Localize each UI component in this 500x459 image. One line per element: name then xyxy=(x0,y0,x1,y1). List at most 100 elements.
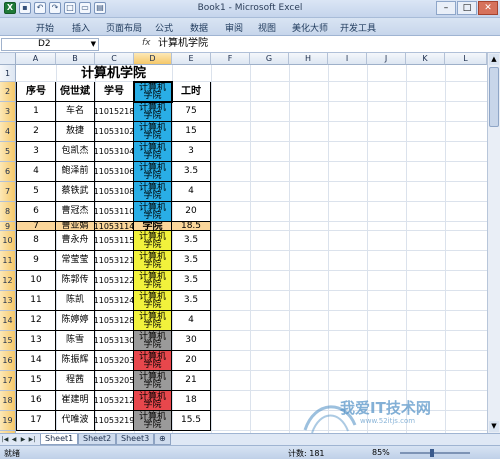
sheet-title-cell[interactable]: 计算机学院 xyxy=(16,65,211,82)
cell-hours[interactable]: 18.5 xyxy=(172,222,211,231)
header-id[interactable]: 学号 xyxy=(95,82,134,102)
scroll-up-icon[interactable]: ▲ xyxy=(489,54,499,65)
cell-hours[interactable]: 20 xyxy=(172,351,211,371)
column-header-c[interactable]: C xyxy=(95,53,134,65)
cell-hours[interactable]: 3.5 xyxy=(172,271,211,291)
cell-name[interactable]: 蔡铁武 xyxy=(56,182,95,202)
cell-major[interactable]: 计算机学院 xyxy=(134,371,172,391)
cell-student-id[interactable]: 11053104 xyxy=(95,142,134,162)
scroll-thumb[interactable] xyxy=(489,67,499,127)
row-header-19[interactable]: 19 xyxy=(0,411,16,431)
zoom-slider[interactable] xyxy=(400,449,470,457)
cell-name[interactable]: 车名 xyxy=(56,102,95,122)
cell-name[interactable]: 包凯杰 xyxy=(56,142,95,162)
cell-student-id[interactable]: 11053114 xyxy=(95,222,134,231)
cell-student-id[interactable]: 11053106 xyxy=(95,162,134,182)
cell-name[interactable]: 陈振辉 xyxy=(56,351,95,371)
prev-sheet-icon[interactable]: ◀ xyxy=(10,435,18,444)
minimize-button[interactable]: – xyxy=(436,1,456,15)
cell-student-id[interactable]: 11053124 xyxy=(95,291,134,311)
row-header-11[interactable]: 11 xyxy=(0,251,16,271)
cell-student-id[interactable]: 11053130 xyxy=(95,331,134,351)
cell-major[interactable]: 计算机学院 xyxy=(134,251,172,271)
cell-student-id[interactable]: 11053219 xyxy=(95,411,134,431)
cell-student-id[interactable]: 11053115 xyxy=(95,231,134,251)
column-header-e[interactable]: E xyxy=(172,53,211,65)
cell-hours[interactable]: 4 xyxy=(172,182,211,202)
cell-student-id[interactable]: 11015218 xyxy=(95,102,134,122)
row-header-2[interactable]: 2 xyxy=(0,82,16,102)
tab-review[interactable]: 审阅 xyxy=(225,21,243,34)
tab-beautify[interactable]: 美化大师 xyxy=(292,21,328,34)
header-hours[interactable]: 工时 xyxy=(172,82,211,102)
cell-hours[interactable]: 3.5 xyxy=(172,291,211,311)
header-name[interactable]: 倪世斌 xyxy=(56,82,95,102)
row-header-10[interactable]: 10 xyxy=(0,231,16,251)
cell-student-id[interactable]: 11053122 xyxy=(95,271,134,291)
cell-hours[interactable]: 15.5 xyxy=(172,411,211,431)
chevron-down-icon[interactable]: ▼ xyxy=(91,39,96,50)
column-header-a[interactable]: A xyxy=(16,53,56,65)
row-header-18[interactable]: 18 xyxy=(0,391,16,411)
cell-student-id[interactable]: 11053212 xyxy=(95,391,134,411)
cell-student-id[interactable]: 11053205 xyxy=(95,371,134,391)
row-header-4[interactable]: 4 xyxy=(0,122,16,142)
cell-major[interactable]: 计算机学院 xyxy=(134,411,172,431)
cell-seq[interactable]: 2 xyxy=(16,122,56,142)
cell-seq[interactable]: 1 xyxy=(16,102,56,122)
row-header-12[interactable]: 12 xyxy=(0,271,16,291)
cell-student-id[interactable]: 11053121 xyxy=(95,251,134,271)
cell-name[interactable]: 崔建明 xyxy=(56,391,95,411)
tab-insert[interactable]: 插入 xyxy=(72,21,90,34)
select-all-corner[interactable] xyxy=(0,53,16,65)
tab-page-layout[interactable]: 页面布局 xyxy=(106,21,142,34)
cell-name[interactable]: 曹亚娟 xyxy=(56,222,95,231)
spreadsheet-grid[interactable]: A B C D E F G H I J K L 1 2 3 4 5 6 7 8 9 10 11 12 13 14 15 16 17 18 1… xyxy=(0,53,487,433)
vertical-scrollbar[interactable]: ▲ ▼ xyxy=(487,53,500,433)
cell-hours[interactable]: 20 xyxy=(172,202,211,222)
row-header-3[interactable]: 3 xyxy=(0,102,16,122)
zoom-slider-knob[interactable] xyxy=(430,449,434,457)
cell-name[interactable]: 陈郭传 xyxy=(56,271,95,291)
close-button[interactable]: ✕ xyxy=(478,1,498,15)
cell-major[interactable]: 计算机学院 xyxy=(134,311,172,331)
cell-seq[interactable]: 12 xyxy=(16,311,56,331)
cell-seq[interactable]: 10 xyxy=(16,271,56,291)
row-header-14[interactable]: 14 xyxy=(0,311,16,331)
cell-hours[interactable]: 3.5 xyxy=(172,162,211,182)
fx-icon[interactable]: fx xyxy=(142,38,151,48)
cell-seq[interactable]: 17 xyxy=(16,411,56,431)
row-header-16[interactable]: 16 xyxy=(0,351,16,371)
column-header-f[interactable]: F xyxy=(211,53,250,65)
header-seq[interactable]: 序号 xyxy=(16,82,56,102)
sheet-tab-sheet2[interactable]: Sheet2 xyxy=(78,434,117,445)
cell-seq[interactable]: 4 xyxy=(16,162,56,182)
cell-major[interactable]: 计算机学院 xyxy=(134,391,172,411)
cell-seq[interactable]: 8 xyxy=(16,231,56,251)
cell-major[interactable]: 计算机学院 xyxy=(134,122,172,142)
cell-student-id[interactable]: 11053110 xyxy=(95,202,134,222)
cell-name[interactable]: 程茜 xyxy=(56,371,95,391)
cell-major[interactable]: 计算机学院 xyxy=(134,142,172,162)
cell-name[interactable]: 鲍泽前 xyxy=(56,162,95,182)
column-header-i[interactable]: I xyxy=(328,53,367,65)
row-header-5[interactable]: 5 xyxy=(0,142,16,162)
cell-major[interactable]: 计算机学院 xyxy=(134,102,172,122)
cell-hours[interactable]: 3.5 xyxy=(172,231,211,251)
column-header-k[interactable]: K xyxy=(406,53,445,65)
tab-home[interactable]: 开始 xyxy=(36,21,54,34)
cell-hours[interactable]: 30 xyxy=(172,331,211,351)
cell-student-id[interactable]: 11053203 xyxy=(95,351,134,371)
tab-data[interactable]: 数据 xyxy=(190,21,208,34)
cell-student-id[interactable]: 11053128 xyxy=(95,311,134,331)
column-header-b[interactable]: B xyxy=(56,53,95,65)
cell-seq[interactable]: 3 xyxy=(16,142,56,162)
column-header-h[interactable]: H xyxy=(289,53,328,65)
row-header-7[interactable]: 7 xyxy=(0,182,16,202)
cell-hours[interactable]: 4 xyxy=(172,311,211,331)
header-major[interactable]: 计算机学院 xyxy=(134,82,172,102)
cell-major[interactable]: 学院 xyxy=(134,222,172,231)
row-header-1[interactable]: 1 xyxy=(0,65,16,82)
cell-hours[interactable]: 18 xyxy=(172,391,211,411)
cell-name[interactable]: 陈婷婷 xyxy=(56,311,95,331)
